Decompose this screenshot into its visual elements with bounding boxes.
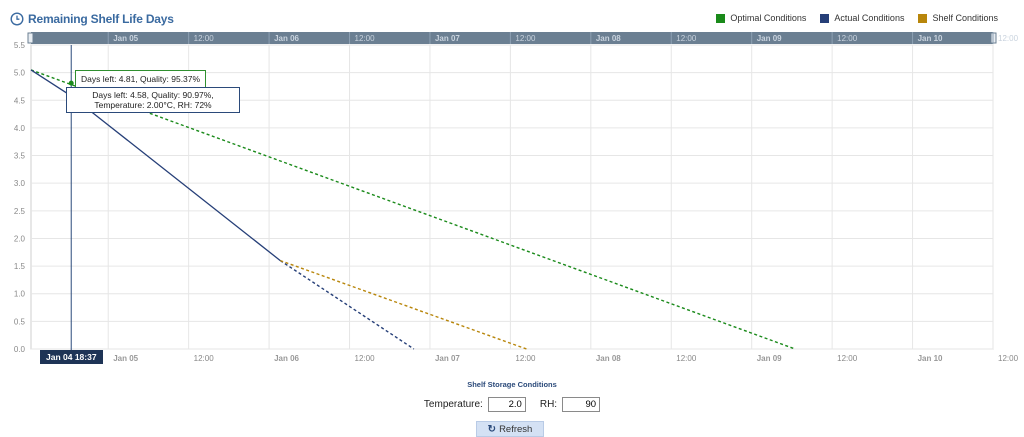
y-tick-label: 0.0 [14, 345, 26, 354]
navigator-tick-label: 12:00 [515, 34, 536, 43]
y-tick-label: 1.5 [14, 262, 26, 271]
tooltip-optimal: Days left: 4.81, Quality: 95.37% [75, 70, 207, 88]
storage-conditions-title: Shelf Storage Conditions [467, 380, 557, 389]
series-line-actual-conditions [279, 260, 415, 350]
navigator-tick-label: Jan 05 [113, 34, 138, 43]
crosshair-time-label: Jan 04 18:37 [40, 350, 103, 364]
tooltip-actual-line2: Temperature: 2.00°C, RH: 72% [94, 100, 212, 110]
y-tick-label: 5.0 [14, 69, 26, 78]
navigator-tick-label: Jan 10 [918, 34, 943, 43]
x-tick-label: 12:00 [355, 354, 376, 363]
y-tick-label: 3.0 [14, 179, 26, 188]
refresh-button[interactable]: ↻ Refresh [476, 421, 544, 437]
navigator-tick-label: Jan 08 [596, 34, 621, 43]
x-tick-label: 12:00 [194, 354, 215, 363]
navigator-tick-label: 12:00 [355, 34, 376, 43]
x-tick-label: 12:00 [515, 354, 536, 363]
y-tick-label: 3.5 [14, 152, 26, 161]
navigator-handle-left[interactable] [27, 32, 34, 44]
navigator-tick-label: 12:00 [998, 34, 1019, 43]
x-tick-label: Jan 05 [113, 354, 138, 363]
rh-input[interactable] [562, 397, 601, 412]
tooltip-actual: Days left: 4.58, Quality: 90.97%, Temper… [66, 87, 240, 113]
series-line-shelf-conditions [280, 259, 527, 350]
x-tick-label: Jan 09 [757, 354, 782, 363]
y-tick-label: 4.0 [14, 124, 26, 133]
shelf-life-chart[interactable]: 0.0 0.5 1.0 1.5 2.0 2.5 3.0 3.5 4.0 4.5 5.0 5.5 Jan … [0, 0, 1024, 380]
x-tick-label: Jan 10 [918, 354, 943, 363]
navigator-tick-label: Jan 06 [274, 34, 299, 43]
x-tick-label: Jan 08 [596, 354, 621, 363]
x-tick-label: 12:00 [998, 354, 1019, 363]
y-tick-label: 2.0 [14, 234, 26, 243]
temperature-label: Temperature: [423, 399, 483, 410]
temperature-input[interactable] [487, 397, 526, 412]
y-tick-label: 0.5 [14, 317, 26, 326]
tooltip-actual-line1: Days left: 4.58, Quality: 90.97%, [92, 90, 214, 100]
x-tick-label: Jan 06 [274, 354, 299, 363]
y-tick-label: 5.5 [14, 41, 26, 50]
navigator-tick-label: 12:00 [837, 34, 858, 43]
y-tick-label: 1.0 [14, 290, 26, 299]
rh-label: RH: [539, 399, 558, 410]
highlight-point [68, 80, 74, 86]
storage-conditions-row: Temperature: RH: [0, 397, 1024, 412]
navigator-tick-label: Jan 09 [757, 34, 782, 43]
navigator-tick-label: Jan 07 [435, 34, 460, 43]
x-tick-label: 12:00 [676, 354, 697, 363]
tooltip-optimal-text: Days left: 4.81, Quality: 95.37% [81, 74, 201, 84]
navigator-tick-label: 12:00 [194, 34, 215, 43]
navigator-tick-label: 12:00 [676, 34, 697, 43]
x-tick-label: Jan 07 [435, 354, 460, 363]
y-tick-label: 2.5 [14, 207, 26, 216]
x-tick-label: 12:00 [837, 354, 858, 363]
y-tick-label: 4.5 [14, 96, 26, 105]
